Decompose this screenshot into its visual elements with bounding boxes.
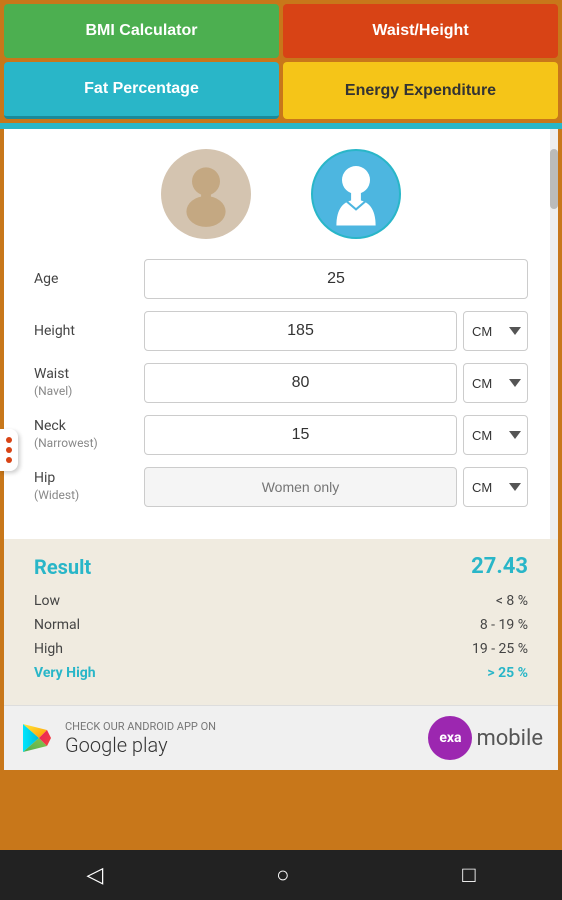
scroll-thumb[interactable]: [550, 149, 558, 209]
neck-label: Neck (Narrowest): [34, 418, 144, 452]
energy-expenditure-button[interactable]: Energy Expenditure: [283, 62, 558, 119]
dot-1: [6, 437, 12, 443]
scroll-track[interactable]: [550, 129, 558, 539]
result-table: Low < 8 % Normal 8 - 19 % High 19 - 25 %…: [34, 589, 528, 685]
recents-button[interactable]: □: [462, 862, 475, 888]
dot-3: [6, 457, 12, 463]
side-dots[interactable]: [0, 429, 18, 471]
hip-unit-select[interactable]: CM IN: [463, 467, 528, 507]
age-input[interactable]: [144, 259, 528, 299]
exa-logo: exa mobile: [428, 716, 543, 760]
waist-input[interactable]: [144, 363, 457, 403]
hip-label: Hip (Widest): [34, 470, 144, 504]
waist-height-button[interactable]: Waist/Height: [283, 4, 558, 58]
hip-input[interactable]: [144, 467, 457, 507]
height-input[interactable]: [144, 311, 457, 351]
exa-text: mobile: [476, 726, 543, 751]
main-content: Age Height CM IN Waist (Navel) CM IN: [4, 129, 558, 539]
neck-input[interactable]: [144, 415, 457, 455]
gp-left: CHECK OUR ANDROID APP ON Google play: [19, 720, 216, 757]
waist-unit-select[interactable]: CM IN: [463, 363, 528, 403]
age-row: Age: [34, 259, 528, 299]
result-value: 27.43: [471, 554, 528, 579]
google-play-banner[interactable]: CHECK OUR ANDROID APP ON Google play exa…: [4, 705, 558, 770]
male-avatar[interactable]: [311, 149, 401, 239]
dot-2: [6, 447, 12, 453]
height-label: Height: [34, 323, 144, 340]
home-button[interactable]: ○: [276, 862, 289, 888]
bottom-nav: ◁ ○ □: [0, 850, 562, 900]
avatar-section: [4, 129, 558, 249]
waist-row: Waist (Navel) CM IN: [34, 363, 528, 403]
female-avatar[interactable]: [161, 149, 251, 239]
result-label: Result: [34, 555, 91, 579]
neck-unit-select[interactable]: CM IN: [463, 415, 528, 455]
result-row-very-high: Very High > 25 %: [34, 661, 528, 685]
age-label: Age: [34, 271, 144, 288]
top-nav: BMI Calculator Waist/Height Fat Percenta…: [0, 0, 562, 123]
neck-row: Neck (Narrowest) CM IN: [34, 415, 528, 455]
height-row: Height CM IN: [34, 311, 528, 351]
exa-circle: exa: [428, 716, 472, 760]
result-row-normal: Normal 8 - 19 %: [34, 613, 528, 637]
height-unit-select[interactable]: CM IN: [463, 311, 528, 351]
back-button[interactable]: ◁: [86, 863, 103, 888]
form-area: Age Height CM IN Waist (Navel) CM IN: [4, 249, 558, 539]
result-section: Result 27.43 Low < 8 % Normal 8 - 19 % H…: [4, 539, 558, 705]
result-header: Result 27.43: [34, 554, 528, 579]
fat-percentage-button[interactable]: Fat Percentage: [4, 62, 279, 119]
waist-label: Waist (Navel): [34, 366, 144, 400]
hip-row: Hip (Widest) CM IN: [34, 467, 528, 507]
bmi-calculator-button[interactable]: BMI Calculator: [4, 4, 279, 58]
result-row-low: Low < 8 %: [34, 589, 528, 613]
result-row-high: High 19 - 25 %: [34, 637, 528, 661]
gp-text: CHECK OUR ANDROID APP ON Google play: [65, 720, 216, 757]
play-store-icon: [19, 720, 55, 756]
